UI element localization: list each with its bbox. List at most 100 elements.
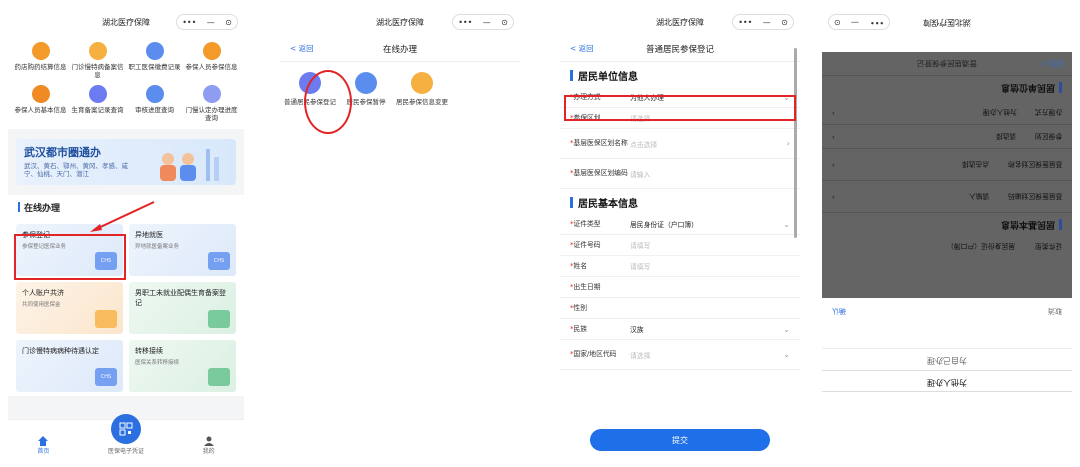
capsule-menu[interactable]: ⊙ — •••: [828, 14, 890, 30]
online-item[interactable]: 居民参保信息变更: [396, 72, 448, 106]
service-grid-item[interactable]: 参保人员基本信息: [12, 85, 69, 122]
cancel-button[interactable]: 取消: [1048, 300, 1062, 316]
close-icon[interactable]: ⊙: [501, 18, 508, 27]
masked-row: › 请选择 参保区划: [822, 125, 1072, 149]
capsule-menu[interactable]: ••• — ⊙: [176, 14, 238, 30]
tab-home[interactable]: 首页: [37, 436, 49, 455]
form-row[interactable]: *国家/地区代码 请选择 ⌄: [560, 340, 800, 370]
app-title: 湖北医疗保障: [923, 17, 971, 27]
mask-overlay[interactable]: 返回 < 普通居民参保登记 居民单位信息 › 为他人办理 办理方式 › 请选择 参保区划 ›…: [822, 52, 1072, 298]
field-label: *姓名: [570, 261, 587, 270]
back-button[interactable]: 返回 <: [1040, 58, 1064, 69]
banner[interactable]: 武汉都市圈通办 武汉、黄石、鄂州、黄冈、孝感、咸宁、仙桃、天门、潜江: [16, 138, 236, 185]
qrcode-icon: [110, 414, 141, 444]
banner-subtitle: 武汉、黄石、鄂州、黄冈、孝感、咸宁、仙桃、天门、潜江: [24, 161, 128, 178]
form-row[interactable]: *出生日期: [560, 277, 800, 298]
service-label: 审核进度查询: [135, 106, 174, 115]
card-title: 门诊慢特病病种待遇认定: [22, 346, 99, 355]
chevron-icon: ›: [832, 132, 835, 141]
card-illustration-icon: [208, 309, 230, 328]
field-label: *基层医保区划名称: [570, 139, 628, 148]
confirm-button[interactable]: 确认: [832, 300, 846, 316]
nav-title: 普通居民参保登记: [645, 44, 714, 55]
tab-ecard[interactable]: 医保电子凭证: [108, 414, 144, 455]
more-icon[interactable]: •••: [870, 18, 884, 27]
form-row[interactable]: *证件号码 请填写: [560, 235, 800, 256]
card-subtitle: 医保关系转移接续: [135, 359, 180, 366]
back-button[interactable]: < 返回: [290, 43, 314, 54]
form-row[interactable]: *民族 汉族 ⌄: [560, 319, 800, 340]
service-icon: [202, 42, 221, 60]
scrollbar[interactable]: [794, 48, 797, 238]
service-grid-item[interactable]: 门诊慢特病备案信息: [69, 42, 126, 79]
service-grid-item[interactable]: 职工医保缴费记录: [126, 42, 183, 79]
field-value[interactable]: 点击选择: [630, 139, 783, 149]
person-icon: [203, 436, 214, 446]
close-icon[interactable]: ⊙: [834, 18, 841, 27]
item-icon: [411, 72, 433, 94]
more-icon[interactable]: •••: [458, 18, 472, 27]
service-grid-item[interactable]: 门慢认定办理进度查询: [183, 85, 240, 122]
close-icon[interactable]: ⊙: [781, 18, 788, 27]
form-row[interactable]: *基层医保区划编码 请输入: [560, 159, 800, 189]
phone-home: 湖北医疗保障 ••• — ⊙ 药店购药结算信息 门诊慢特病备案信息 职工医保缴费记录…: [8, 8, 244, 459]
home-icon: [38, 436, 49, 446]
field-value[interactable]: 请输入: [630, 169, 790, 179]
field-value[interactable]: 请选择: [630, 350, 779, 360]
picker-option[interactable]: 为他人办理: [822, 370, 1072, 392]
field-label: *证件类型: [570, 219, 601, 228]
service-label: 参保人员参保信息: [185, 63, 238, 71]
service-label: 药店购药结算信息: [14, 63, 67, 71]
close-icon[interactable]: ⊙: [225, 18, 232, 27]
field-label: *性别: [570, 303, 587, 312]
service-card[interactable]: 男职工未就业配偶生育备案登记: [129, 281, 236, 334]
service-grid-item[interactable]: 生育备案记录查询: [69, 85, 126, 122]
app-title: 湖北医疗保障: [102, 17, 150, 27]
service-label: 门诊慢特病备案信息: [71, 63, 124, 80]
submit-button[interactable]: 提交: [590, 429, 770, 451]
service-card[interactable]: 个人账户共济 共同使用医保金: [16, 281, 123, 334]
field-value[interactable]: 居民身份证（户口簿）: [630, 219, 779, 229]
item-label: 居民参保暂停: [346, 98, 386, 106]
field-value[interactable]: 请填写: [630, 261, 790, 271]
service-grid-item[interactable]: 药店购药结算信息: [12, 42, 69, 79]
card-title: 男职工未就业配偶生育备案登记: [135, 288, 226, 307]
field-value[interactable]: 汉族: [630, 324, 779, 334]
service-card[interactable]: 门诊慢特病病种待遇认定 CHS: [16, 339, 123, 392]
card-title: 转移接续: [135, 346, 163, 355]
service-grid-item[interactable]: 参保人员参保信息: [183, 42, 240, 79]
picker-header: 确认 取消: [822, 300, 1072, 316]
card-illustration-icon: CHS: [208, 251, 230, 270]
service-grid: 药店购药结算信息 门诊慢特病备案信息 职工医保缴费记录 参保人员参保信息参保人员基本信…: [8, 36, 244, 129]
capsule-menu[interactable]: ••• — ⊙: [732, 14, 794, 30]
minimize-icon[interactable]: —: [207, 18, 215, 27]
field-label: *国家/地区代码: [570, 350, 617, 359]
more-icon[interactable]: •••: [738, 18, 752, 27]
section-unit-info: 居民单位信息: [560, 62, 800, 87]
form-row[interactable]: *证件类型 居民身份证（户口簿） ⌄: [560, 214, 800, 235]
form-row[interactable]: *姓名 请填写: [560, 256, 800, 277]
back-button[interactable]: < 返回: [570, 43, 594, 54]
service-icon: [202, 85, 221, 104]
highlight-box: [14, 234, 126, 280]
field-label: *基层医保区划编码: [570, 169, 628, 178]
capsule-menu[interactable]: ••• — ⊙: [452, 14, 514, 30]
form-row[interactable]: *性别: [560, 298, 800, 319]
service-grid-item[interactable]: 审核进度查询: [126, 85, 183, 122]
card-title: 个人账户共济: [22, 288, 64, 297]
card-illustration-icon: CHS: [95, 367, 117, 386]
chevron-icon: ›: [832, 192, 835, 201]
minimize-icon[interactable]: —: [763, 18, 771, 27]
more-icon[interactable]: •••: [182, 18, 196, 27]
form-row[interactable]: *基层医保区划名称 点击选择 ›: [560, 129, 800, 159]
title-bar: 湖北医疗保障 ••• — ⊙: [280, 8, 520, 36]
service-card[interactable]: 转移接续医保关系转移接续: [129, 339, 236, 392]
arrow-annotation: [90, 201, 155, 232]
field-value[interactable]: 请填写: [630, 240, 790, 250]
title-bar: 湖北医疗保障 ••• — ⊙: [8, 8, 244, 36]
picker-option[interactable]: 为自己办理: [822, 348, 1072, 370]
minimize-icon[interactable]: —: [851, 18, 859, 27]
minimize-icon[interactable]: —: [483, 18, 491, 27]
tab-mine[interactable]: 我的: [203, 436, 215, 455]
masked-rows: › 为他人办理 办理方式 › 请选择 参保区划 › 点击选择 基层医保区划名称 › 请输入 基层医保区…: [822, 101, 1072, 213]
